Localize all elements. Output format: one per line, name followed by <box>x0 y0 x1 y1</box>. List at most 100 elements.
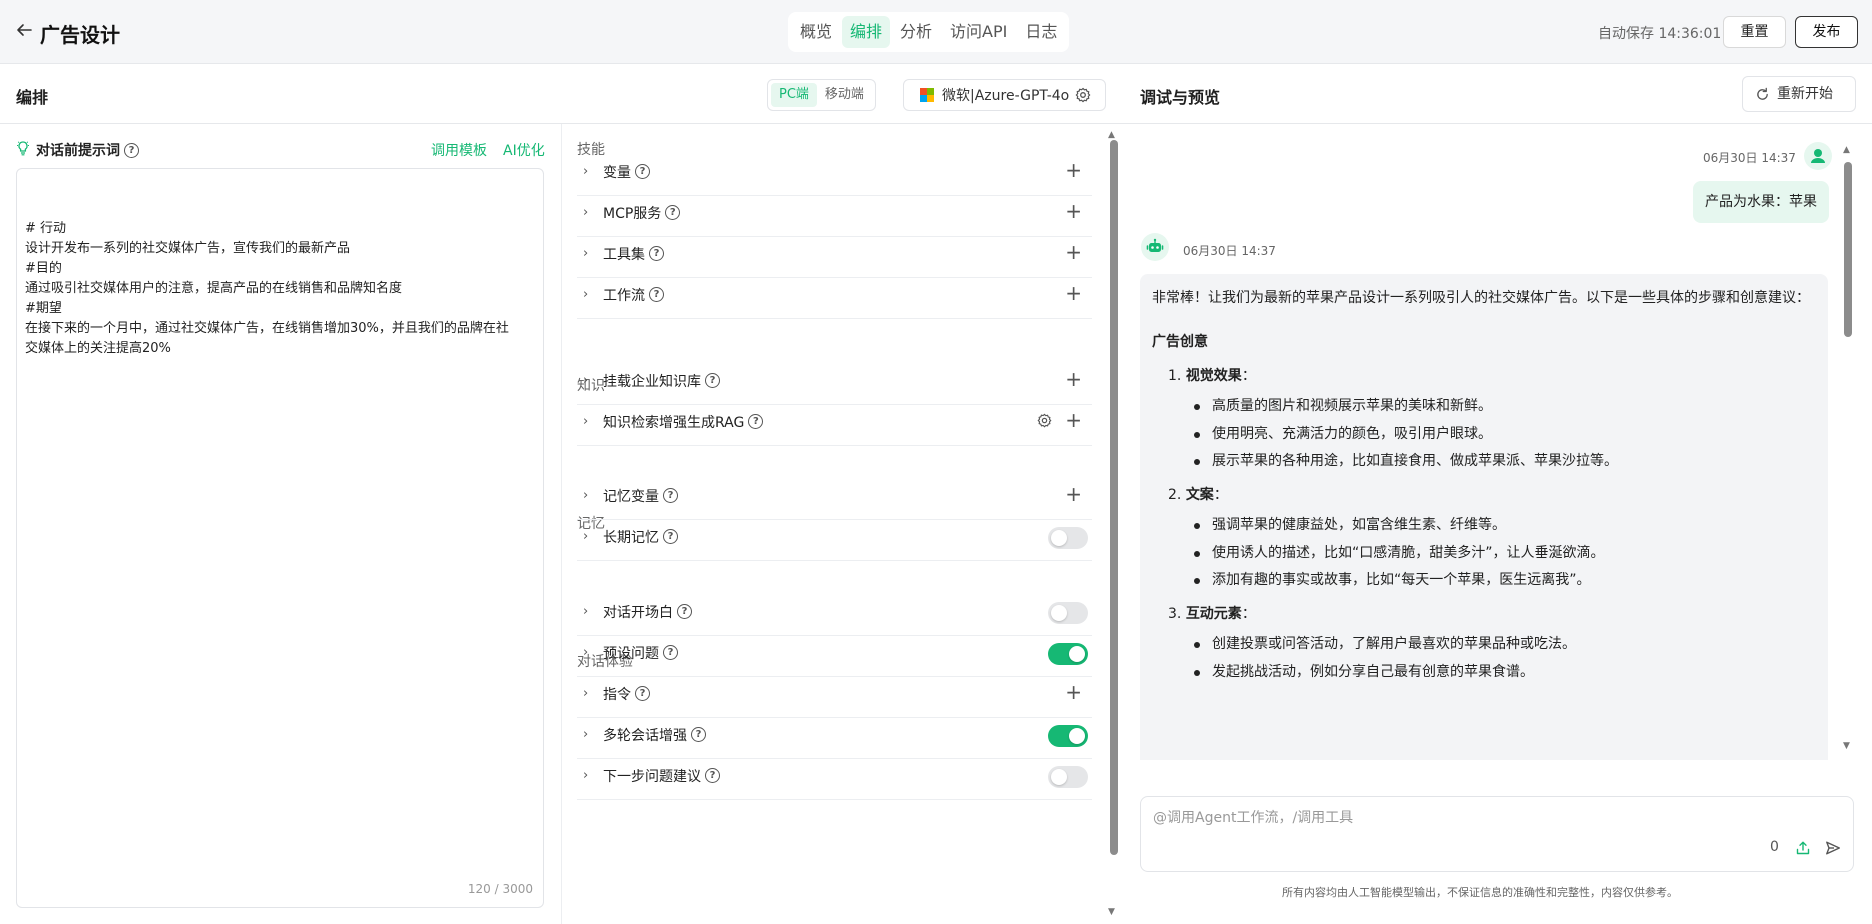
point-number: 2. <box>1168 487 1182 503</box>
prompt-text: # 行动 设计开发布一系列的社交媒体广告，宣传我们的最新产品 #目的 通过吸引社… <box>25 221 509 356</box>
gear-icon[interactable] <box>1037 413 1052 432</box>
skill-row-label: 多轮会话增强 <box>603 727 687 744</box>
microsoft-logo-icon <box>920 88 934 102</box>
plus-icon[interactable]: + <box>1065 682 1082 702</box>
help-icon[interactable]: ? <box>665 205 681 220</box>
help-icon[interactable]: ? <box>124 142 139 158</box>
toggle-switch[interactable] <box>1048 766 1088 788</box>
device-switch: PC端 移动端 <box>767 79 876 111</box>
autosave-status: 自动保存 14:36:01 <box>1598 26 1722 42</box>
model-name: 微软|Azure-GPT-4o <box>942 88 1070 104</box>
plus-icon[interactable]: + <box>1065 242 1082 262</box>
ai-optimize-link[interactable]: AI优化 <box>503 140 545 160</box>
bot-intro: 非常棒！让我们为最新的苹果产品设计一系列吸引人的社交媒体广告。以下是一些具体的步… <box>1152 290 1810 306</box>
toggle-switch[interactable] <box>1048 643 1088 665</box>
point-number: 3. <box>1168 606 1182 622</box>
scroll-down-arrow[interactable]: ▼ <box>1108 907 1115 917</box>
chat-scrollbar[interactable] <box>1844 162 1852 337</box>
send-icon[interactable] <box>1825 840 1841 860</box>
plus-icon[interactable]: + <box>1065 201 1082 221</box>
chevron-right-icon: › <box>583 529 589 544</box>
toggle-switch[interactable] <box>1048 725 1088 747</box>
bot-message: 非常棒！让我们为最新的苹果产品设计一系列吸引人的社交媒体广告。以下是一些具体的步… <box>1140 274 1828 760</box>
skill-row-label: 长期记忆 <box>603 529 659 546</box>
tab-logs[interactable]: 日志 <box>1017 16 1065 48</box>
model-selector[interactable]: 微软|Azure-GPT-4o <box>903 79 1106 111</box>
publish-button[interactable]: 发布 <box>1795 16 1858 48</box>
input-char-count: 0 <box>1770 839 1779 855</box>
help-icon[interactable]: ? <box>649 246 664 261</box>
chevron-right-icon: › <box>583 645 589 660</box>
skill-row-label: 对话开场白 <box>603 604 673 621</box>
help-icon[interactable]: ? <box>705 768 720 783</box>
skill-row[interactable]: › 长期记忆? <box>577 513 1092 561</box>
chat-input[interactable]: @调用Agent工作流，/调用工具 0 <box>1140 796 1854 872</box>
prompt-panel: 对话前提示词 ? 调用模板 AI优化 # 行动 设计开发布一系列的社交媒体广告，… <box>0 124 562 924</box>
bot-heading: 广告创意 <box>1152 334 1208 350</box>
chevron-right-icon: › <box>583 727 589 742</box>
help-icon[interactable]: ? <box>663 645 678 660</box>
chevron-right-icon: › <box>583 373 589 388</box>
preview-title: 调试与预览 <box>1140 88 1221 107</box>
skill-row-label: 工作流 <box>603 287 645 304</box>
help-icon[interactable]: ? <box>663 488 678 503</box>
restart-button[interactable]: 重新开始 <box>1742 76 1856 112</box>
plus-icon[interactable]: + <box>1065 283 1082 303</box>
tab-api[interactable]: 访问API <box>942 16 1015 48</box>
reset-button[interactable]: 重置 <box>1723 16 1786 48</box>
scroll-up-arrow[interactable]: ▲ <box>1108 130 1115 140</box>
plus-icon[interactable]: + <box>1065 160 1082 180</box>
chat-scroll-down-arrow[interactable]: ▼ <box>1843 741 1850 751</box>
back-arrow-icon[interactable] <box>14 21 34 41</box>
tab-orchestrate[interactable]: 编排 <box>842 16 891 48</box>
device-tab-mobile[interactable]: 移动端 <box>817 83 872 107</box>
toggle-switch[interactable] <box>1048 602 1088 624</box>
disclaimer: 所有内容均由人工智能模型输出，不保证信息的准确性和完整性，内容仅供参考。 <box>1282 886 1678 899</box>
skill-row-label: 指令 <box>603 686 631 703</box>
skills-panel: 技能 知识 记忆 对话体验 › 变量? + › MCP服务? + › 工具集? + › 工作流? + ›… <box>562 124 1122 924</box>
skill-row[interactable]: › 工作流? + <box>577 271 1092 319</box>
chevron-right-icon: › <box>583 164 589 179</box>
device-tab-pc[interactable]: PC端 <box>771 83 817 107</box>
editor-header: 编排 PC端 移动端 微软|Azure-GPT-4o <box>0 64 1122 124</box>
plus-icon[interactable]: + <box>1065 410 1082 430</box>
preview-header: 调试与预览 重新开始 <box>1122 64 1872 124</box>
help-icon[interactable]: ? <box>635 164 650 179</box>
user-avatar-icon <box>1804 142 1832 170</box>
skill-row[interactable]: › 下一步问题建议? <box>577 752 1092 800</box>
skill-row-label: 知识检索增强生成RAG <box>603 414 745 431</box>
restart-label: 重新开始 <box>1777 86 1833 102</box>
gear-icon[interactable] <box>1075 87 1091 107</box>
chevron-right-icon: › <box>583 604 589 619</box>
plus-icon[interactable]: + <box>1065 369 1082 389</box>
help-icon[interactable]: ? <box>635 686 650 701</box>
skills-scrollbar[interactable] <box>1110 140 1118 855</box>
list-item: 发起挑战活动，例如分享自己最有创意的苹果食谱。 <box>1194 660 1816 684</box>
help-icon[interactable]: ? <box>705 373 720 388</box>
plus-icon[interactable]: + <box>1065 484 1082 504</box>
skill-row[interactable]: › 知识检索增强生成RAG? + <box>577 398 1092 446</box>
chevron-right-icon: › <box>583 414 589 429</box>
list-item: 使用诱人的描述，比如“口感清脆，甜美多汁”，让人垂涎欲滴。 <box>1194 541 1816 565</box>
chat-scroll-up-arrow[interactable]: ▲ <box>1843 145 1850 155</box>
toggle-switch[interactable] <box>1048 527 1088 549</box>
main-tabs: 概览 编排 分析 访问API 日志 <box>788 12 1070 52</box>
bot-message-time: 06月30日 14:37 <box>1183 244 1276 258</box>
point-number: 1. <box>1168 368 1182 384</box>
template-link[interactable]: 调用模板 <box>431 140 487 160</box>
tab-overview[interactable]: 概览 <box>792 16 840 48</box>
list-item: 高质量的图片和视频展示苹果的美味和新鲜。 <box>1194 394 1816 418</box>
skill-row-label: 变量 <box>603 164 631 181</box>
help-icon[interactable]: ? <box>691 727 706 742</box>
point-colon: ： <box>1241 368 1256 384</box>
help-icon[interactable]: ? <box>649 287 664 302</box>
top-bar: 广告设计 概览 编排 分析 访问API 日志 自动保存 14:36:01 重置 … <box>0 0 1872 64</box>
upload-icon[interactable] <box>1795 840 1811 860</box>
help-icon[interactable]: ? <box>677 604 692 619</box>
prompt-textarea[interactable]: # 行动 设计开发布一系列的社交媒体广告，宣传我们的最新产品 #目的 通过吸引社… <box>16 168 544 908</box>
help-icon[interactable]: ? <box>748 414 764 429</box>
help-icon[interactable]: ? <box>663 529 678 544</box>
tab-analysis[interactable]: 分析 <box>892 16 940 48</box>
answer-point: 3. 互动元素： 创建投票或问答活动，了解用户最喜欢的苹果品种或吃法。 发起挑战活动… <box>1168 602 1816 684</box>
bot-avatar-icon <box>1141 233 1169 261</box>
